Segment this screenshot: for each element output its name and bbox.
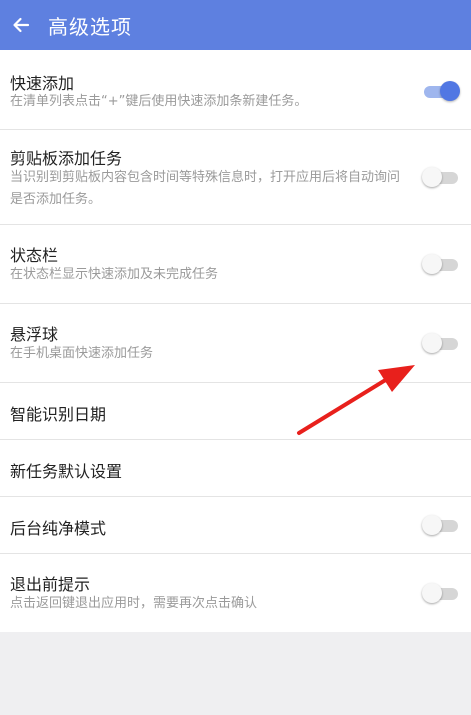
setting-title: 悬浮球 [10,325,59,344]
floating-ball-toggle[interactable] [422,333,458,355]
setting-clipboard-add-task[interactable]: 剪贴板添加任务 当识别到剪贴板内容包含时间等特殊信息时，打开应用后将自动询问是否… [0,130,471,225]
app-bar: 高级选项 [0,0,471,50]
clipboard-add-task-toggle[interactable] [422,167,458,189]
setting-subtitle: 在清单列表点击“+”键后使用快速添加条新建任务。 [10,94,308,109]
setting-title: 后台纯净模式 [10,519,107,538]
back-button[interactable] [0,0,42,50]
setting-title: 状态栏 [10,246,59,265]
setting-floating-ball[interactable]: 悬浮球 在手机桌面快速添加任务 [0,304,471,383]
arrow-left-icon [13,17,30,33]
setting-quick-add[interactable]: 快速添加 在清单列表点击“+”键后使用快速添加条新建任务。 [0,50,471,130]
exit-prompt-toggle[interactable] [422,583,458,605]
setting-title: 新任务默认设置 [10,462,123,481]
status-bar-toggle[interactable] [422,254,458,276]
setting-title: 退出前提示 [10,575,91,594]
setting-status-bar[interactable]: 状态栏 在状态栏显示快速添加及未完成任务 [0,225,471,304]
settings-list: 快速添加 在清单列表点击“+”键后使用快速添加条新建任务。 剪贴板添加任务 当识… [0,50,471,632]
setting-smart-date-recognition[interactable]: 智能识别日期 [0,383,471,440]
setting-title: 剪贴板添加任务 [10,149,123,168]
setting-subtitle: 在状态栏显示快速添加及未完成任务 [10,267,219,282]
setting-title: 智能识别日期 [10,405,107,424]
page-title: 高级选项 [48,14,132,39]
setting-new-task-defaults[interactable]: 新任务默认设置 [0,440,471,497]
setting-subtitle: 在手机桌面快速添加任务 [10,346,154,361]
quick-add-toggle[interactable] [424,81,460,103]
setting-background-clean-mode[interactable]: 后台纯净模式 [0,497,471,554]
background-clean-mode-toggle[interactable] [422,515,458,537]
setting-subtitle: 当识别到剪贴板内容包含时间等特殊信息时，打开应用后将自动询问是否添加任务。 [10,170,401,207]
setting-exit-prompt[interactable]: 退出前提示 点击返回键退出应用时，需要再次点击确认 [0,554,471,632]
setting-subtitle: 点击返回键退出应用时，需要再次点击确认 [10,596,258,611]
